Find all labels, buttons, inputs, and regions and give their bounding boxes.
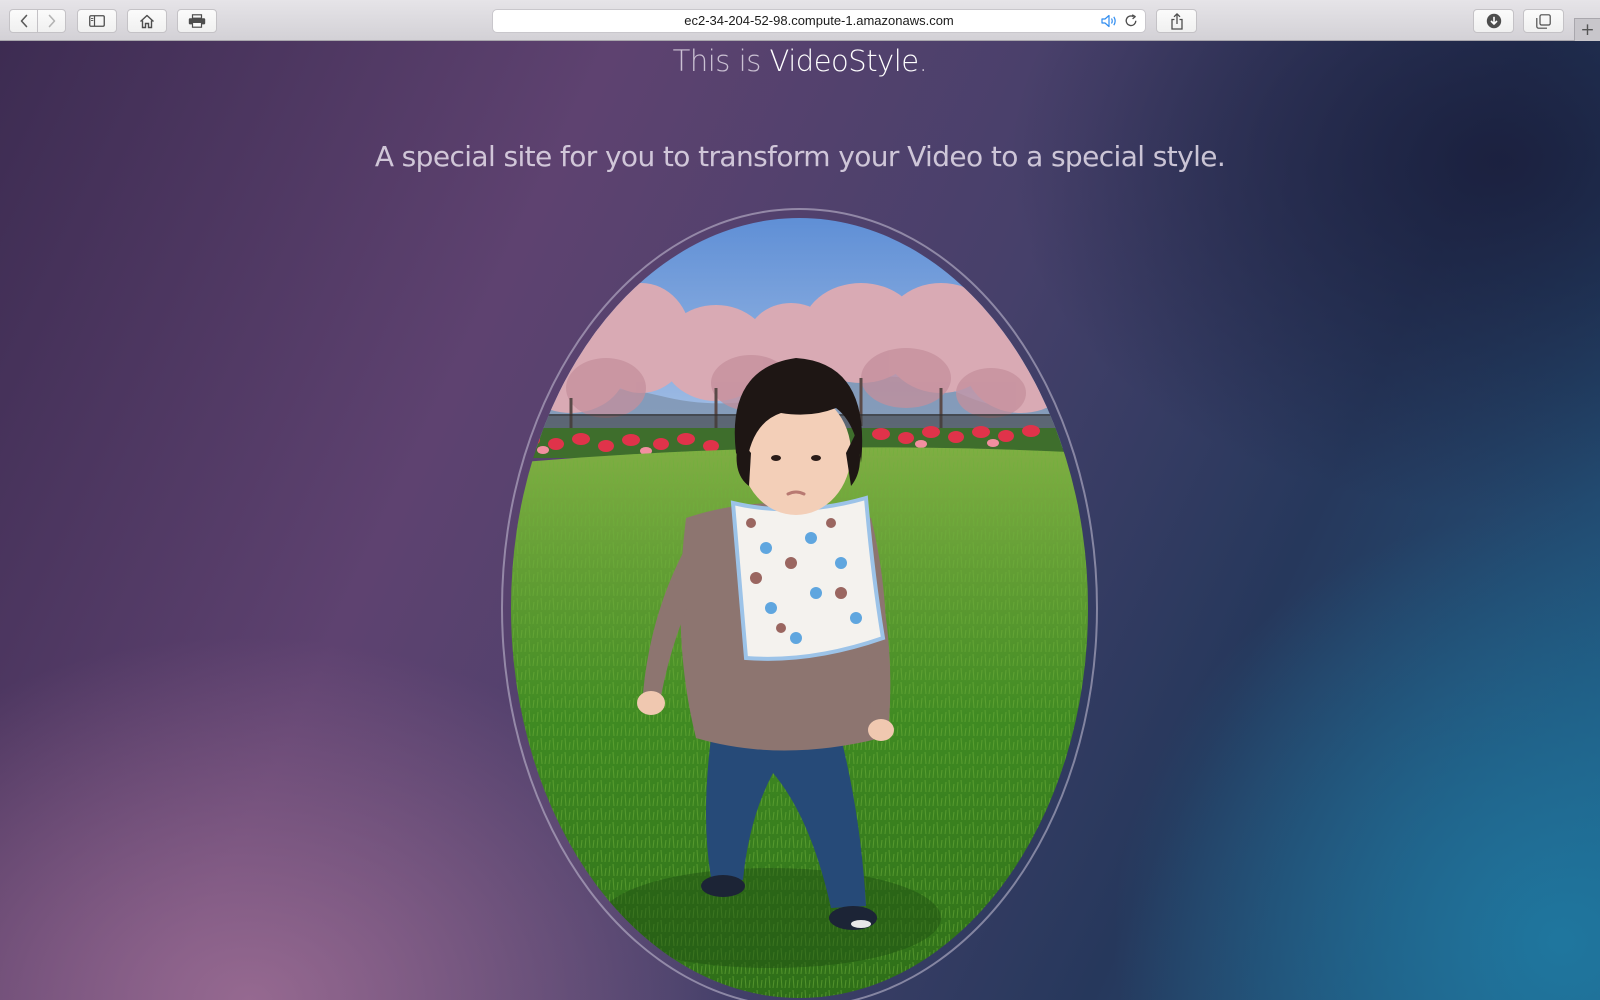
download-icon [1486, 13, 1501, 29]
hero-photo [511, 218, 1088, 998]
home-icon [140, 14, 154, 28]
page-content: This is VideoStyle. A special site for y… [0, 41, 1600, 1000]
address-bar[interactable]: ec2-34-204-52-98.compute-1.amazonaws.com [492, 9, 1146, 33]
tabs-overview-icon [1536, 13, 1551, 29]
headline-prefix: This is [672, 44, 770, 78]
print-button[interactable] [177, 9, 217, 33]
back-button[interactable] [10, 10, 37, 32]
browser-toolbar: ec2-34-204-52-98.compute-1.amazonaws.com [0, 0, 1600, 41]
navigation-buttons [9, 9, 66, 33]
sidebar-button[interactable] [77, 9, 117, 33]
downloads-button[interactable] [1473, 9, 1514, 33]
chevron-right-icon [48, 14, 55, 28]
forward-button[interactable] [37, 10, 65, 32]
tagline: A special site for you to transform your… [374, 140, 1226, 173]
child-in-park-illustration [511, 218, 1088, 998]
share-icon [1170, 12, 1183, 30]
speaker-icon[interactable] [1101, 14, 1119, 28]
printer-icon [188, 14, 206, 28]
brand-name: VideoStyle [769, 44, 920, 78]
home-button[interactable] [127, 9, 167, 33]
chevron-left-icon [20, 14, 27, 28]
sidebar-icon [89, 15, 105, 27]
share-button[interactable] [1156, 9, 1197, 33]
plus-icon: + [1580, 19, 1595, 40]
tabs-overview-button[interactable] [1523, 9, 1564, 33]
page-title: This is VideoStyle. [0, 41, 1600, 81]
headline-suffix: . [918, 44, 928, 78]
url-text: ec2-34-204-52-98.compute-1.amazonaws.com [684, 13, 954, 28]
new-tab-button[interactable]: + [1574, 18, 1600, 41]
reload-icon[interactable] [1124, 14, 1138, 28]
